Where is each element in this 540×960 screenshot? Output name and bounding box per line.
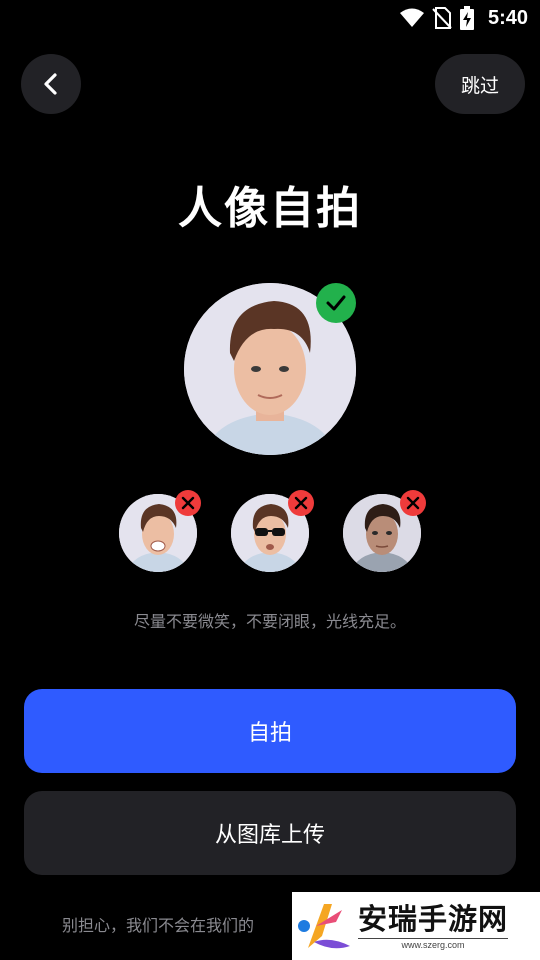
upload-from-gallery-button[interactable]: 从图库上传	[24, 791, 516, 875]
approved-badge	[316, 283, 356, 323]
privacy-note: 别担心，我们不会在我们的	[62, 916, 255, 935]
rejected-badge	[175, 490, 201, 516]
watermark: 安瑞手游网 www.szerg.com	[292, 892, 540, 960]
x-icon	[294, 496, 308, 510]
watermark-text: 安瑞手游网	[358, 902, 509, 936]
page-title: 人像自拍	[178, 183, 362, 234]
back-button[interactable]	[21, 54, 81, 114]
x-icon	[406, 496, 420, 510]
wifi-icon	[399, 8, 424, 27]
x-icon	[181, 496, 195, 510]
watermark-logo-icon	[298, 904, 350, 949]
rejected-badge	[288, 490, 314, 516]
battery-charging-icon	[459, 6, 474, 30]
no-sim-icon	[432, 7, 452, 29]
status-icons: 5:40	[399, 6, 528, 30]
chevron-left-icon	[44, 73, 57, 95]
skip-button[interactable]: 跳过	[435, 54, 525, 114]
watermark-url: www.szerg.com	[358, 938, 509, 950]
take-selfie-button[interactable]: 自拍	[24, 689, 516, 773]
rejected-badge	[400, 490, 426, 516]
check-icon	[326, 295, 346, 311]
photo-tips-text: 尽量不要微笑，不要闭眼，光线充足。	[133, 612, 406, 631]
status-bar: 5:40	[0, 0, 540, 36]
status-time: 5:40	[487, 6, 528, 29]
